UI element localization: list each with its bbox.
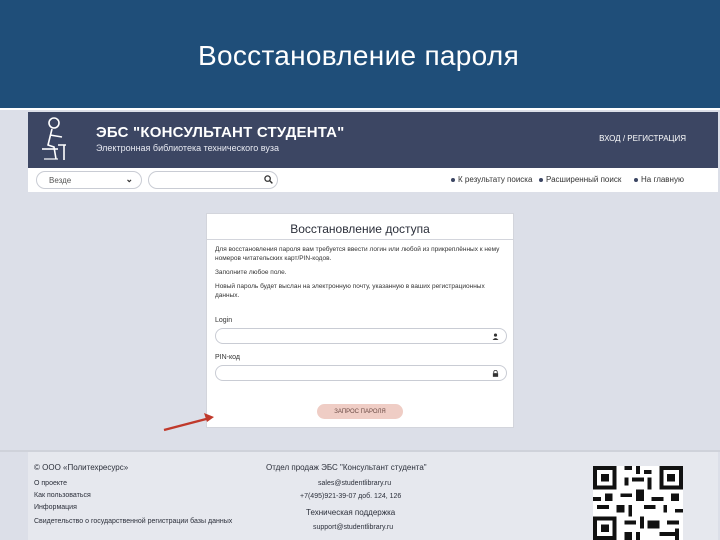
footer-copyright: © ООО «Политехресурс» [34, 463, 129, 472]
bullet-icon [634, 177, 638, 182]
search-icon[interactable] [264, 175, 273, 184]
advanced-search-label: Расширенный поиск [546, 175, 622, 184]
login-label: Login [215, 317, 233, 324]
brand-name[interactable]: ЭБС "КОНСУЛЬТАНТ СТУДЕНТА" [96, 124, 345, 141]
recovery-instructions: Для восстановления пароля вам требуется … [215, 246, 500, 262]
screenshot-area: ЭБС "КОНСУЛЬТАНТ СТУДЕНТА" Электронная б… [0, 110, 720, 540]
sales-phone: +7(495)921-39-07 доб. 124, 126 [300, 493, 402, 500]
recovery-notice: Новый пароль будет выслан на электронную… [215, 283, 485, 299]
login-register-link[interactable]: ВХОД / РЕГИСТРАЦИЯ [599, 134, 686, 143]
bullet-icon [539, 177, 543, 182]
pin-label: PIN-код [215, 354, 240, 361]
footer-link-registration[interactable]: Свидетельство о государственной регистра… [34, 516, 244, 527]
slide-title: Восстановление пароля [198, 40, 520, 71]
qr-code-icon[interactable] [592, 466, 684, 540]
footer-link-about[interactable]: О проекте [34, 480, 67, 487]
student-logo-icon[interactable] [38, 115, 68, 165]
password-recovery-card: Восстановление доступа Для восстановлени… [206, 213, 514, 428]
lock-icon [492, 370, 499, 377]
slide-header: Восстановление пароля [0, 0, 720, 110]
sales-email-link[interactable]: sales@studentlibrary.ru [318, 480, 391, 487]
search-scope-value: Везде [49, 176, 72, 185]
chevron-down-icon: ⌄ [125, 174, 133, 184]
back-to-results-link[interactable]: К результату поиска [451, 175, 532, 184]
support-email-link[interactable]: support@studentlibrary.ru [313, 524, 393, 531]
red-arrow-annotation [163, 413, 214, 432]
bullet-icon [451, 177, 455, 182]
back-to-results-label: К результату поиска [458, 175, 533, 184]
home-link[interactable]: На главную [634, 175, 684, 184]
search-bar: Везде ⌄ К результату поиска Расширенный … [28, 168, 718, 192]
footer-link-info[interactable]: Информация [34, 504, 77, 511]
search-scope-select[interactable]: Везде ⌄ [36, 171, 142, 189]
support-title: Техническая поддержка [306, 508, 396, 517]
search-input[interactable] [148, 171, 278, 189]
card-divider [207, 239, 513, 240]
recovery-title: Восстановление доступа [290, 222, 430, 236]
request-password-button[interactable]: ЗАПРОС ПАРОЛЯ [317, 404, 403, 419]
user-icon [492, 333, 499, 340]
brand-subtitle: Электронная библиотека технического вуза [96, 143, 279, 153]
home-label: На главную [641, 175, 684, 184]
login-field[interactable] [215, 328, 507, 344]
site-header: ЭБС "КОНСУЛЬТАНТ СТУДЕНТА" Электронная б… [28, 112, 718, 168]
sales-title: Отдел продаж ЭБС "Консультант студента" [266, 463, 427, 472]
footer-link-howto[interactable]: Как пользоваться [34, 492, 91, 499]
recovery-hint: Заполните любое поле. [215, 269, 287, 276]
pin-field[interactable] [215, 365, 507, 381]
advanced-search-link[interactable]: Расширенный поиск [539, 175, 621, 184]
